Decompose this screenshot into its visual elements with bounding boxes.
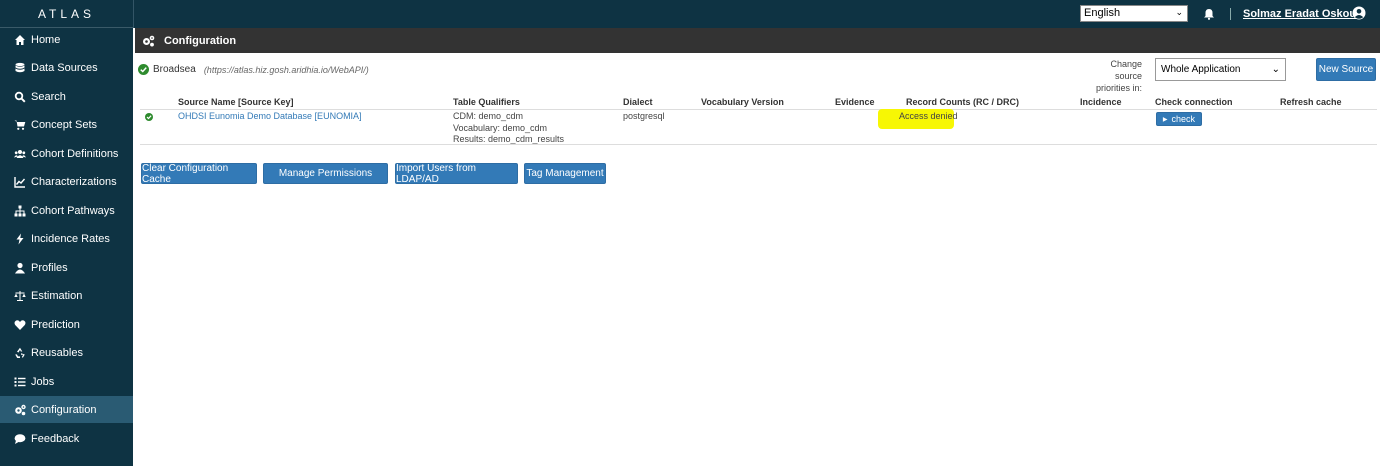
page-header: Configuration (135, 28, 1380, 53)
sidebar-item-label: Prediction (31, 318, 80, 331)
sidebar-item-search[interactable]: Search (0, 83, 133, 110)
cogs-icon (143, 35, 155, 46)
sidebar-item-label: Data Sources (31, 61, 98, 74)
priority-label-line2: priorities in: (1095, 83, 1142, 93)
import-users-button[interactable]: Import Users from LDAP/AD (395, 163, 518, 185)
column-header-refresh-cache: Refresh cache (1280, 97, 1342, 107)
column-header-evidence: Evidence (835, 97, 875, 107)
user-circle-icon[interactable] (1352, 6, 1366, 20)
sidebar-item-label: Estimation (31, 289, 83, 302)
column-header-table-qualifiers: Table Qualifiers (453, 97, 520, 107)
balance-scale-icon (14, 290, 26, 301)
record-counts-value: Access denied (899, 111, 958, 121)
sidebar-item-reusables[interactable]: Reusables (0, 339, 133, 366)
comment-icon (14, 433, 26, 444)
sidebar-item-label: Reusables (31, 346, 83, 359)
sidebar: ATLAS Home Data Sources Search Concept S… (0, 0, 133, 466)
column-header-vocabulary-version: Vocabulary Version (701, 97, 784, 107)
database-icon (15, 62, 25, 72)
sidebar-item-data-sources[interactable]: Data Sources (0, 54, 133, 81)
table-header-divider (140, 109, 1377, 110)
sidebar-item-label: Search (31, 90, 66, 103)
line-chart-icon (14, 176, 26, 188)
check-circle-icon (145, 113, 153, 121)
table-row-divider (140, 144, 1377, 145)
source-name-link[interactable]: OHDSI Eunomia Demo Database [EUNOMIA] (178, 111, 362, 123)
chevron-down-icon: ⌄ (1271, 64, 1280, 75)
check-connection-button[interactable]: ▶ check (1156, 112, 1202, 126)
table-qualifiers: CDM: demo_cdm Vocabulary: demo_cdm Resul… (453, 111, 564, 146)
users-icon (14, 149, 26, 158)
language-select-value: English (1084, 7, 1121, 19)
sidebar-item-cohort-definitions[interactable]: Cohort Definitions (0, 140, 133, 167)
list-icon (14, 377, 26, 386)
clear-configuration-cache-button[interactable]: Clear Configuration Cache (141, 163, 257, 185)
check-circle-icon (138, 64, 149, 75)
sidebar-item-label: Home (31, 33, 61, 46)
sidebar-item-cohort-pathways[interactable]: Cohort Pathways (0, 197, 133, 224)
search-icon (14, 91, 26, 103)
sidebar-item-jobs[interactable]: Jobs (0, 368, 133, 395)
check-button-label: check (1171, 114, 1196, 124)
column-header-source-name: Source Name [Source Key] (178, 97, 294, 107)
sitemap-icon (14, 205, 26, 216)
source-name: Broadsea (153, 64, 196, 75)
sidebar-item-label: Characterizations (31, 175, 117, 188)
cart-icon (14, 120, 26, 130)
sidebar-item-label: Incidence Rates (31, 232, 110, 245)
user-name-link[interactable]: Solmaz Eradat Oskoui (1243, 8, 1359, 20)
source-url: (https://atlas.hiz.gosh.aridhia.io/WebAP… (203, 64, 369, 75)
sidebar-item-home[interactable]: Home (0, 26, 133, 53)
language-select[interactable]: English ⌄ (1080, 5, 1188, 22)
priority-label: Change source priorities in: (1082, 58, 1142, 94)
qualifier-cdm: CDM: demo_cdm (453, 111, 524, 121)
top-bar: English ⌄ Solmaz Eradat Oskoui (133, 0, 1380, 28)
sidebar-item-label: Jobs (31, 375, 55, 388)
bell-icon[interactable] (1203, 8, 1215, 20)
sidebar-item-estimation[interactable]: Estimation (0, 282, 133, 309)
bolt-icon (16, 233, 24, 244)
manage-permissions-button[interactable]: Manage Permissions (263, 163, 388, 184)
sidebar-item-label: Configuration (31, 403, 97, 416)
app-brand[interactable]: ATLAS (0, 0, 133, 28)
chevron-down-icon: ⌄ (1175, 7, 1183, 17)
priority-select[interactable]: Whole Application ⌄ (1155, 58, 1286, 81)
sidebar-item-incidence-rates[interactable]: Incidence Rates (0, 225, 133, 252)
sidebar-item-concept-sets[interactable]: Concept Sets (0, 111, 133, 138)
column-header-record-counts: Record Counts (RC / DRC) (906, 97, 1019, 107)
heartbeat-icon (14, 319, 26, 330)
sidebar-item-configuration[interactable]: Configuration (0, 396, 133, 423)
source-status: Broadsea (https://atlas.hiz.gosh.aridhia… (138, 64, 369, 75)
recycle-icon (15, 347, 25, 358)
column-header-check-connection: Check connection (1155, 97, 1233, 107)
column-header-incidence: Incidence (1080, 97, 1122, 107)
user-icon (15, 262, 25, 273)
home-icon (15, 34, 25, 45)
priority-select-value: Whole Application (1161, 64, 1241, 75)
sidebar-item-label: Cohort Pathways (31, 204, 115, 217)
sidebar-item-profiles[interactable]: Profiles (0, 254, 133, 281)
sidebar-item-feedback[interactable]: Feedback (0, 425, 133, 452)
tag-management-button[interactable]: Tag Management (524, 163, 606, 184)
new-source-button[interactable]: New Source (1316, 58, 1376, 81)
caret-right-icon: ▶ (1162, 116, 1168, 123)
priority-label-line1: Change source (1110, 59, 1142, 81)
cogs-icon (15, 404, 26, 415)
sidebar-item-prediction[interactable]: Prediction (0, 311, 133, 338)
divider (1230, 8, 1231, 20)
dialect-value: postgresql (623, 111, 665, 121)
column-header-dialect: Dialect (623, 97, 653, 107)
sidebar-item-label: Cohort Definitions (31, 147, 119, 160)
sidebar-item-label: Profiles (31, 261, 68, 274)
sidebar-item-characterizations[interactable]: Characterizations (0, 168, 133, 195)
sidebar-item-label: Concept Sets (31, 118, 98, 131)
qualifier-vocabulary: Vocabulary: demo_cdm (453, 122, 548, 133)
sidebar-item-label: Feedback (31, 432, 80, 445)
page-title: Configuration (164, 34, 237, 47)
